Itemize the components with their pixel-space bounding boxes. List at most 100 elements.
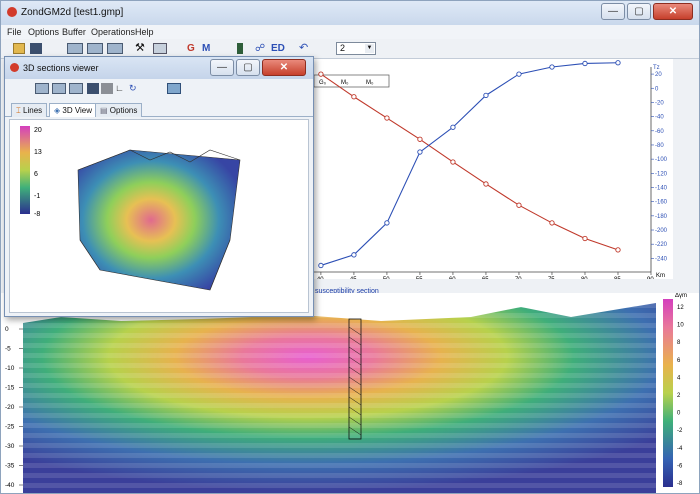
series-point (351, 252, 357, 258)
colorbar-tick-label: 6 (677, 358, 681, 364)
popup-view1-icon[interactable] (35, 83, 49, 94)
menu-bar: File Options Buffer Operations Help (1, 25, 699, 39)
m-button[interactable]: M (202, 43, 214, 54)
right-tick-label: -80 (655, 143, 664, 149)
x-tick-label: 85 (614, 277, 621, 279)
tab-lines[interactable]: ⌶ Lines (11, 103, 48, 117)
series-point (483, 92, 489, 99)
series-point (384, 220, 390, 226)
menu-options[interactable]: Options (28, 27, 59, 37)
popup-view3-icon[interactable] (69, 83, 83, 94)
view3-icon[interactable] (107, 43, 123, 54)
g-button[interactable]: G (187, 43, 199, 54)
popup-view2-icon[interactable] (52, 83, 66, 94)
legend-m0-2: M₀ (366, 80, 374, 86)
series-point (549, 64, 555, 70)
3d-colorbar (20, 126, 30, 214)
depth-tick-label: -5 (5, 346, 11, 353)
series-point (318, 262, 324, 269)
minimize-button[interactable]: — (601, 3, 625, 20)
tools-icon[interactable]: ⚒ (135, 43, 147, 54)
view2-icon[interactable] (87, 43, 103, 54)
popup-save-icon[interactable] (87, 83, 99, 94)
section-colorbar (663, 299, 673, 487)
colorbar-tick-label: -4 (677, 446, 683, 452)
colorbar-tick-label: 0 (677, 411, 681, 417)
right-tick-label: 20 (655, 72, 662, 78)
undo-icon[interactable]: ↶ (299, 43, 311, 54)
depth-tick-label: -30 (5, 443, 15, 450)
series-point (450, 124, 456, 130)
x-tick-label: 55 (416, 277, 423, 279)
x-tick-label: 90 (647, 277, 654, 279)
series-point (549, 220, 555, 226)
series-point (417, 149, 423, 155)
depth-tick-label: 0 (5, 326, 9, 333)
popup-maximize-button[interactable]: ▢ (236, 59, 260, 76)
susceptibility-section: 0-5-10-15-20-25-30-35-40-45 Δγm 12108642… (1, 293, 699, 493)
series-point (351, 94, 357, 100)
3d-cb-6: 6 (34, 171, 38, 178)
colorbar-ticks: 12 10 8 6 4 2 0 -2 -4 -6 -8 (677, 305, 684, 487)
popup-layers-icon[interactable] (167, 83, 181, 94)
table-icon[interactable] (153, 43, 167, 54)
colorbar-tick-label: 2 (677, 393, 681, 399)
right-tick-label: -60 (655, 129, 664, 135)
x-tick-label: 75 (548, 277, 555, 279)
depth-tick-label: -20 (5, 404, 15, 411)
menu-help[interactable]: Help (135, 27, 154, 37)
x-tick-label: 50 (383, 277, 390, 279)
open-folder-icon[interactable] (13, 43, 25, 54)
3d-cb-m8: -8 (34, 211, 40, 218)
save-icon[interactable] (30, 43, 42, 54)
series-point (384, 115, 390, 121)
right-tick-label: -140 (655, 185, 668, 191)
tab-options[interactable]: ▤ Options (95, 103, 143, 117)
series-point (582, 235, 588, 242)
right-tick-label: -240 (655, 256, 668, 262)
colorbar-title: Δγm (675, 293, 687, 299)
3d-cb-13: 13 (34, 149, 42, 156)
depth-tick-label: -25 (5, 424, 15, 431)
ed-button[interactable]: ED (271, 43, 287, 54)
popup-close-button[interactable]: ✕ (262, 59, 306, 76)
maximize-button[interactable]: ▢ (627, 3, 651, 20)
series-layer (318, 60, 621, 269)
x-ticks: 40 45 50 55 60 65 70 75 80 85 90 (317, 272, 654, 283)
colorbar-tick-label: 8 (677, 340, 681, 346)
x-tick-label: 70 (515, 277, 522, 279)
bar-icon[interactable] (237, 43, 243, 54)
right-tick-label: -100 (655, 157, 668, 163)
popup-minimize-button[interactable]: — (210, 59, 234, 76)
popup-axes-icon[interactable]: ∟ (115, 83, 127, 94)
x-tick-label: 80 (581, 277, 588, 279)
popup-title: 3D sections viewer (23, 63, 99, 73)
popup-rotate-icon[interactable]: ↻ (129, 83, 141, 94)
select-dropdown[interactable]: 2 ▼ (336, 42, 376, 55)
popup-app-icon (10, 63, 19, 72)
legend-g0: G₀ (319, 80, 327, 86)
colorbar-tick-label: -6 (677, 463, 683, 469)
colorbar-tick-label: -2 (677, 428, 683, 434)
3d-block (77, 149, 241, 291)
right-tick-label: -180 (655, 214, 668, 220)
popup-print-icon[interactable] (101, 83, 113, 94)
close-button[interactable]: ✕ (653, 3, 693, 20)
main-window: ZondGM2d [test1.gmp] — ▢ ✕ File Options … (0, 0, 700, 494)
3d-view-canvas[interactable]: 20 13 6 -1 -8 (9, 119, 309, 313)
view1-icon[interactable] (67, 43, 83, 54)
menu-buffer[interactable]: Buffer (62, 27, 86, 37)
popup-title-bar: 3D sections viewer — ▢ ✕ (5, 57, 313, 79)
popup-toolbar: ∟ ↻ (5, 79, 313, 99)
depth-tick-label: -15 (5, 385, 15, 392)
right-tick-label: -220 (655, 242, 668, 248)
tab-3d-view[interactable]: ◈ 3D View (49, 103, 98, 117)
chevron-down-icon[interactable]: ▼ (365, 44, 374, 53)
menu-file[interactable]: File (7, 27, 22, 37)
menu-operations[interactable]: Operations (91, 27, 135, 37)
select-value: 2 (340, 43, 346, 53)
series-point (417, 136, 423, 142)
right-tick-label: -160 (655, 200, 668, 206)
binoculars-icon[interactable]: ☍ (255, 43, 267, 54)
profile-chart-svg: G₀ M₀ M₀ Tz Km 40 45 50 55 60 65 70 75 80 85 90 20… (311, 60, 668, 283)
